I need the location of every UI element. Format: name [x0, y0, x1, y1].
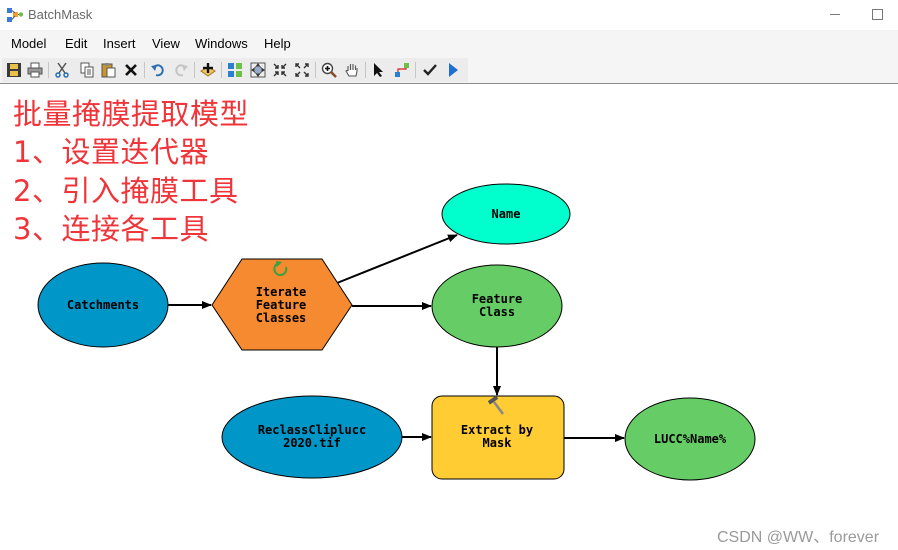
toolbar-separator [221, 62, 222, 78]
node-name[interactable]: Name [441, 183, 571, 245]
connect-button[interactable] [392, 60, 412, 80]
add-data-button[interactable] [198, 60, 218, 80]
toolbar-separator [144, 62, 145, 78]
delete-icon [125, 64, 137, 76]
model-builder-icon [7, 8, 23, 22]
node-reclass-label-1: ReclassCliplucc [258, 423, 366, 437]
minimize-button[interactable] [806, 0, 852, 30]
menu-windows[interactable]: Windows [195, 36, 248, 51]
toolbar-strip [0, 56, 898, 84]
print-icon [27, 62, 43, 78]
node-catchments-label: Catchments [67, 298, 139, 312]
zoom-in-icon [321, 62, 337, 78]
menu-edit[interactable]: Edit [65, 36, 87, 51]
node-iterate-label-2: Feature [256, 298, 307, 312]
redo-button[interactable] [171, 60, 191, 80]
node-iterate-label-1: Iterate [256, 285, 307, 299]
node-reclass-label-2: 2020.tif [283, 436, 341, 450]
cut-icon [55, 62, 69, 78]
note-step-2: 2、引入掩膜工具 [13, 174, 239, 208]
copy-button[interactable] [77, 60, 97, 80]
node-name-label: Name [492, 207, 521, 221]
run-icon [449, 63, 458, 77]
cut-button[interactable] [52, 60, 72, 80]
paste-button[interactable] [99, 60, 119, 80]
node-lucc-output[interactable]: LUCC%Name% [624, 397, 756, 481]
node-output-label: LUCC%Name% [654, 432, 727, 446]
fixed-zoom-out-icon [295, 63, 309, 77]
node-feature-class[interactable]: Feature Class [431, 264, 563, 348]
auto-layout-icon [228, 63, 242, 77]
node-extract-by-mask[interactable]: Extract by Mask [431, 395, 565, 480]
node-extract-label-2: Mask [483, 436, 513, 450]
node-feature-class-label-2: Class [479, 305, 515, 319]
save-button[interactable] [4, 60, 24, 80]
window-title: BatchMask [28, 7, 93, 22]
node-iterate-feature-classes[interactable]: Iterate Feature Classes [211, 258, 353, 351]
node-reclass-cliplucc[interactable]: ReclassCliplucc 2020.tif [221, 395, 403, 479]
note-step-1: 1、设置迭代器 [13, 135, 209, 169]
select-button[interactable] [369, 60, 389, 80]
redo-icon [175, 64, 188, 77]
undo-button[interactable] [148, 60, 168, 80]
pan-hand-icon [345, 64, 358, 77]
select-arrow-icon [374, 63, 383, 77]
print-button[interactable] [25, 60, 45, 80]
toolbar-separator [48, 62, 49, 78]
menu-model[interactable]: Model [11, 36, 46, 51]
toolbar-separator [194, 62, 195, 78]
run-button[interactable] [443, 60, 463, 80]
pan-button[interactable] [342, 60, 362, 80]
save-icon [7, 63, 21, 77]
maximize-button[interactable] [852, 0, 898, 30]
validate-button[interactable] [420, 60, 440, 80]
node-feature-class-label-1: Feature [472, 292, 523, 306]
watermark: CSDN @WW、forever [717, 529, 880, 546]
toolbar-separator [315, 62, 316, 78]
toolbar-separator [415, 62, 416, 78]
title-bar: BatchMask [0, 0, 898, 30]
copy-icon [80, 62, 94, 78]
node-iterate-label-3: Classes [256, 311, 307, 325]
menu-help[interactable]: Help [264, 36, 291, 51]
auto-layout-button[interactable] [225, 60, 245, 80]
delete-button[interactable] [121, 60, 141, 80]
paste-icon [101, 63, 116, 78]
add-data-icon [200, 63, 216, 77]
menu-view[interactable]: View [152, 36, 180, 51]
note-step-3: 3、连接各工具 [13, 212, 209, 246]
connect-icon [395, 63, 409, 77]
menu-insert[interactable]: Insert [103, 36, 136, 51]
validate-check-icon [423, 64, 437, 76]
undo-icon [151, 64, 164, 77]
full-extent-button[interactable] [248, 60, 268, 80]
node-catchments[interactable]: Catchments [37, 262, 169, 348]
menu-bar: Model Edit Insert View Windows Help [0, 30, 898, 56]
toolbar [2, 58, 468, 82]
full-extent-icon [250, 62, 266, 78]
node-extract-label-1: Extract by [461, 423, 533, 437]
fixed-zoom-in-icon [273, 63, 287, 77]
fixed-zoom-out-button[interactable] [292, 60, 312, 80]
zoom-button[interactable] [319, 60, 339, 80]
toolbar-separator [365, 62, 366, 78]
note-title: 批量掩膜提取模型 [13, 97, 250, 131]
fixed-zoom-in-button[interactable] [270, 60, 290, 80]
